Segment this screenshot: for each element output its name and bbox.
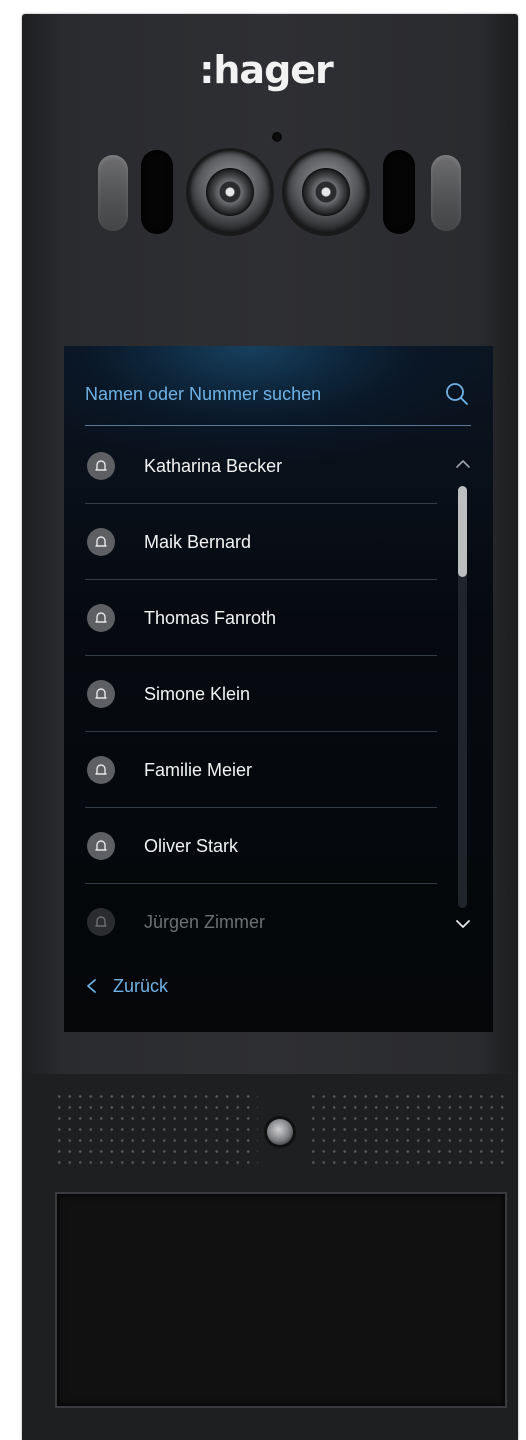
resident-list: Katharina Becker Maik Bernard Thomas Fan…: [85, 428, 437, 958]
back-label: Zurück: [113, 976, 169, 996]
microphone-icon: [267, 1119, 293, 1145]
display-screen: Namen oder Nummer suchen Katharina Becke…: [64, 346, 493, 1032]
led-light-right: [431, 155, 461, 231]
bell-icon: [87, 604, 115, 632]
list-item-label: Oliver Stark: [144, 836, 239, 856]
list-item[interactable]: Jürgen Zimmer: [85, 884, 437, 958]
list-item-label: Maik Bernard: [144, 532, 252, 552]
list-item-label: Thomas Fanroth: [144, 608, 277, 628]
list-item-label: Jürgen Zimmer: [144, 912, 266, 932]
list-item-label: Familie Meier: [144, 760, 253, 780]
list-item[interactable]: Oliver Stark: [85, 808, 437, 884]
bell-icon: [87, 680, 115, 708]
list-item[interactable]: Familie Meier: [85, 732, 437, 808]
infrared-sensor-right: [383, 150, 415, 234]
bell-icon: [87, 832, 115, 860]
search-icon[interactable]: [443, 380, 471, 408]
list-item[interactable]: Thomas Fanroth: [85, 580, 437, 656]
led-light-left: [98, 155, 128, 231]
infrared-sensor-left: [141, 150, 173, 234]
list-item[interactable]: Maik Bernard: [85, 504, 437, 580]
bell-icon: [87, 908, 115, 936]
chevron-left-icon: [87, 979, 96, 993]
list-item-label: Katharina Becker: [144, 456, 283, 476]
brand-logo: :hager: [199, 48, 334, 92]
chevron-up-icon[interactable]: [454, 458, 472, 470]
list-item[interactable]: Simone Klein: [85, 656, 437, 732]
camera-lens-icon: [206, 168, 254, 216]
search-placeholder: Namen oder Nummer suchen: [85, 384, 322, 404]
bell-icon: [87, 756, 115, 784]
list-item[interactable]: Katharina Becker: [85, 428, 437, 504]
bell-icon: [87, 452, 115, 480]
chevron-down-icon[interactable]: [454, 918, 472, 930]
search-underline: [85, 425, 471, 426]
list-item-label: Simone Klein: [144, 684, 251, 704]
camera-left: [189, 151, 271, 233]
scrollbar-thumb[interactable]: [458, 486, 467, 577]
camera-lens-icon: [302, 168, 350, 216]
bell-icon: [87, 528, 115, 556]
light-sensor: [272, 132, 282, 142]
camera-right: [285, 151, 367, 233]
search-field[interactable]: Namen oder Nummer suchen: [85, 374, 471, 414]
speaker-grille-left: [54, 1091, 258, 1171]
speaker-grille-right: [308, 1091, 504, 1171]
name-plate: [55, 1192, 507, 1408]
